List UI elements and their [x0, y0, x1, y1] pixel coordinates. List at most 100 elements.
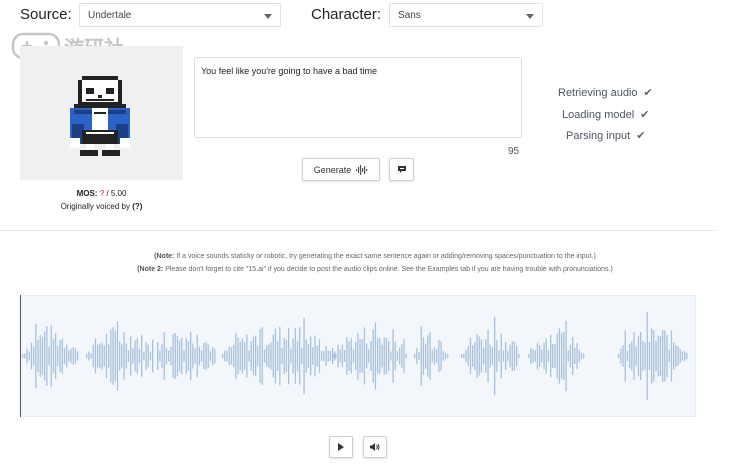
waveform-bar [565, 320, 567, 392]
waveform-bar [112, 327, 114, 385]
waveform-bar [222, 354, 224, 358]
waveform-bar [572, 337, 574, 375]
waveform-bar [259, 329, 261, 383]
waveform-bar [422, 337, 425, 375]
waveform-bar [22, 354, 24, 358]
voiced-by: Originally voiced by (?) [20, 201, 183, 214]
waveform-bar [536, 342, 539, 370]
waveform-bar [578, 349, 580, 363]
waveform-bar [545, 338, 547, 374]
voiced-by-label: Originally voiced by [60, 201, 130, 211]
waveform-bar [77, 351, 79, 361]
voiced-by-value[interactable]: (?) [132, 202, 142, 211]
waveform-bar [438, 340, 440, 372]
waveform-bar [370, 341, 372, 371]
waveform-bar [161, 344, 163, 368]
status-retrieving-audio: Retrieving audio ✔ [548, 86, 678, 99]
waveform-bar [547, 350, 550, 362]
waveform-bar [469, 337, 472, 375]
waveform-bar [92, 344, 94, 368]
waveform-bar [292, 338, 294, 374]
waveform-bar [361, 339, 363, 373]
waveform-bar [198, 346, 201, 366]
waveform-bar [105, 334, 108, 378]
waveform-bar [554, 343, 556, 369]
waveform-bar [396, 351, 399, 361]
waveform-bar [303, 317, 305, 395]
waveform-icon [356, 164, 368, 175]
waveform-bar [664, 330, 666, 382]
waveform-bar [651, 328, 653, 384]
waveform-bar [359, 339, 361, 373]
mos-label: MOS: [76, 189, 98, 198]
waveform-bar [416, 347, 418, 365]
waveform-bar [132, 348, 134, 364]
waveform-bar [57, 346, 59, 366]
waveform-bar [212, 346, 214, 366]
playback-cursor[interactable] [20, 295, 21, 417]
waveform-bar [190, 331, 192, 381]
waveform-bar [277, 341, 279, 371]
waveform-bar [657, 335, 659, 377]
waveform-bar [274, 328, 277, 384]
note-1: (Note: If a voice sounds staticky or rob… [0, 253, 750, 260]
waveform-bar [392, 329, 394, 383]
waveform-bar [670, 330, 673, 382]
play-button[interactable] [329, 436, 353, 458]
waveform-bar [110, 329, 112, 383]
waveform-bar [662, 330, 664, 382]
feedback-button[interactable] [389, 158, 414, 181]
waveform-bar [344, 350, 346, 362]
waveform-bar [552, 343, 554, 369]
waveform-bar [629, 343, 631, 369]
waveform-bar [141, 335, 143, 377]
sans-sprite-image [70, 76, 130, 156]
waveform-bar [348, 341, 350, 371]
waveform-bar [268, 344, 270, 368]
waveform-bar [487, 329, 489, 383]
waveform-bar [659, 336, 662, 376]
waveform-bar [399, 347, 401, 365]
waveform-bar [168, 350, 170, 362]
waveform-bar [48, 346, 50, 366]
waveform-bar [368, 348, 370, 364]
waveform-bar [136, 338, 138, 374]
waveform-bar [312, 347, 314, 365]
waveform-bar [28, 351, 30, 361]
waveform-bar [366, 343, 368, 369]
waveform-bar [626, 350, 629, 362]
waveform-bar [642, 341, 644, 371]
waveform-bar [561, 332, 563, 380]
waveform-bar [633, 332, 635, 380]
waveform-bar [159, 350, 161, 362]
waveform-bar [192, 343, 194, 369]
waveform-bar [301, 347, 303, 365]
character-select[interactable]: Sans [389, 3, 543, 27]
waveform-bar [209, 351, 212, 361]
waveform-bar [26, 348, 28, 364]
waveform-bar [165, 347, 168, 365]
waveform-bar [444, 352, 447, 360]
waveform-bar [494, 316, 496, 396]
audio-waveform[interactable] [20, 295, 696, 417]
source-select[interactable]: Undertale [79, 3, 281, 27]
waveform-bar [33, 346, 35, 366]
waveform-bar [170, 346, 172, 366]
waveform-bar [123, 332, 125, 380]
waveform-bar [509, 344, 511, 368]
waveform-bar [316, 345, 318, 367]
volume-button[interactable] [363, 436, 387, 458]
waveform-bar [183, 349, 185, 363]
waveform-bar [201, 350, 203, 362]
waveform-bar [246, 334, 248, 378]
status-label: Parsing input [566, 130, 631, 142]
generate-button[interactable]: Generate [302, 158, 380, 181]
waveform-bar [252, 336, 255, 376]
waveform-bar [196, 334, 198, 378]
waveform-bar [314, 335, 316, 377]
waveform-bar [363, 327, 366, 385]
waveform-bar [463, 353, 465, 359]
waveform-bar [637, 335, 640, 377]
section-divider [0, 230, 716, 231]
text-input[interactable]: You feel like you're going to have a bad… [194, 57, 522, 138]
